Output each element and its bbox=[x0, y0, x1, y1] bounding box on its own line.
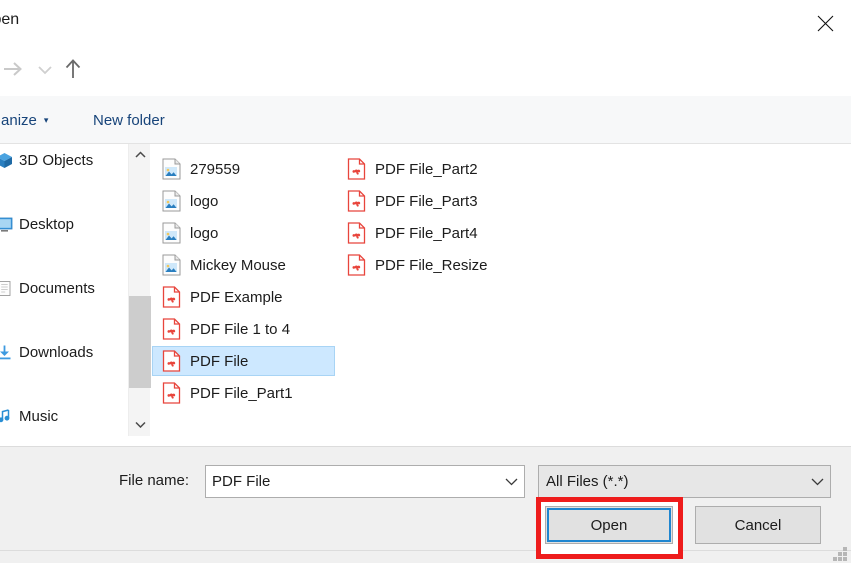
file-list-item-label: 279559 bbox=[190, 160, 241, 178]
pdf-file-icon bbox=[343, 190, 369, 212]
file-list-item-label: logo bbox=[190, 224, 219, 242]
image-file-icon bbox=[158, 158, 184, 180]
pdf-file-icon bbox=[158, 286, 184, 308]
file-list-item[interactable]: logo bbox=[152, 218, 228, 248]
file-type-filter[interactable]: All Files (*.*) bbox=[538, 465, 831, 498]
sidebar-item-3d-objects[interactable]: 3D Objects bbox=[0, 144, 128, 176]
pdf-file-icon bbox=[158, 318, 184, 340]
file-list-item[interactable]: PDF File_Resize bbox=[337, 250, 498, 280]
up-button[interactable] bbox=[58, 56, 88, 86]
music-icon bbox=[0, 408, 17, 425]
navigation-pane: 3D Objects Desktop Documents Downloads M… bbox=[0, 144, 128, 436]
sidebar-item-label: 3D Objects bbox=[19, 151, 94, 169]
image-file-icon bbox=[158, 190, 184, 212]
file-list-item-label: Mickey Mouse bbox=[190, 256, 286, 274]
forward-button[interactable] bbox=[0, 58, 30, 84]
footer-divider bbox=[0, 550, 851, 551]
chevron-down-icon: ▾ bbox=[43, 114, 49, 125]
sidebar-item-label: Documents bbox=[19, 279, 95, 297]
dialog-footer: File name: bbox=[0, 446, 851, 563]
file-list-item[interactable]: Mickey Mouse bbox=[152, 250, 296, 280]
navigation-bar: « JTP › PDF › Sample Files bbox=[0, 46, 851, 132]
file-list-item-label: PDF File bbox=[190, 352, 249, 370]
open-file-dialog: Open bbox=[0, 0, 851, 563]
dialog-body: 3D Objects Desktop Documents Downloads M… bbox=[0, 144, 851, 446]
organize-button[interactable]: Organize ▾ bbox=[0, 107, 48, 133]
chevron-down-icon bbox=[134, 420, 146, 431]
arrow-up-icon bbox=[64, 58, 82, 85]
file-list-item-label: PDF File_Resize bbox=[375, 256, 488, 274]
file-type-value: All Files (*.*) bbox=[546, 473, 629, 490]
image-file-icon bbox=[158, 222, 184, 244]
file-list-item-label: PDF File_Part3 bbox=[375, 192, 478, 210]
scroll-down-button[interactable] bbox=[129, 414, 151, 436]
scrollbar-thumb[interactable] bbox=[129, 296, 151, 388]
file-list-item-label: PDF Example bbox=[190, 288, 283, 306]
file-name-field[interactable] bbox=[205, 465, 525, 498]
file-name-label: File name: bbox=[119, 472, 190, 489]
file-list-item[interactable]: 279559 bbox=[152, 154, 250, 184]
pdf-file-icon bbox=[343, 254, 369, 276]
sidebar-item-desktop[interactable]: Desktop bbox=[0, 208, 128, 240]
image-file-icon bbox=[158, 254, 184, 276]
file-list[interactable]: 279559 logo logo Mickey Mouse PDF Exampl… bbox=[152, 144, 851, 436]
arrow-right-icon bbox=[1, 60, 25, 83]
pdf-file-icon bbox=[343, 222, 369, 244]
file-list-item[interactable]: PDF File bbox=[152, 346, 335, 376]
sidebar-item-music[interactable]: Music bbox=[0, 400, 128, 432]
chevron-down-icon bbox=[505, 473, 518, 491]
command-bar: Organize ▾ New folder bbox=[0, 96, 851, 226]
title-bar: Open bbox=[0, 0, 851, 46]
sidebar-item-label: Desktop bbox=[19, 215, 75, 233]
file-list-item[interactable]: PDF Example bbox=[152, 282, 293, 312]
sidebar-item-downloads[interactable]: Downloads bbox=[0, 336, 128, 368]
close-button[interactable] bbox=[799, 0, 851, 46]
chevron-down-icon bbox=[38, 62, 52, 80]
pdf-file-icon bbox=[343, 158, 369, 180]
file-list-item[interactable]: PDF File_Part4 bbox=[337, 218, 488, 248]
new-folder-label: New folder bbox=[93, 111, 165, 129]
file-name-dropdown-button[interactable] bbox=[498, 466, 524, 497]
file-list-item-label: PDF File_Part1 bbox=[190, 384, 293, 402]
scroll-up-button[interactable] bbox=[129, 144, 151, 166]
organize-label: Organize bbox=[0, 111, 37, 129]
pdf-file-icon bbox=[158, 350, 184, 372]
chevron-up-icon bbox=[134, 150, 146, 161]
navigation-pane-scrollbar[interactable] bbox=[128, 144, 151, 436]
file-list-item[interactable]: PDF File_Part3 bbox=[337, 186, 488, 216]
file-type-dropdown-button[interactable] bbox=[804, 466, 830, 497]
close-icon bbox=[817, 15, 834, 32]
file-list-item[interactable]: logo bbox=[152, 186, 228, 216]
cancel-button[interactable]: Cancel bbox=[695, 506, 821, 544]
file-list-item-label: logo bbox=[190, 192, 219, 210]
sidebar-item-label: Downloads bbox=[19, 343, 94, 361]
open-button[interactable]: Open bbox=[545, 506, 673, 544]
downloads-icon bbox=[0, 344, 17, 361]
desktop-icon bbox=[0, 216, 17, 233]
sidebar-item-documents[interactable]: Documents bbox=[0, 272, 128, 304]
3d-objects-icon bbox=[0, 152, 17, 169]
documents-icon bbox=[0, 280, 17, 297]
sidebar-item-label: Music bbox=[19, 407, 59, 425]
new-folder-button[interactable]: New folder bbox=[93, 107, 165, 133]
file-list-item-label: PDF File_Part2 bbox=[375, 160, 478, 178]
page-title: Open bbox=[0, 11, 20, 28]
file-list-item[interactable]: PDF File 1 to 4 bbox=[152, 314, 300, 344]
file-list-item[interactable]: PDF File_Part1 bbox=[152, 378, 303, 408]
chevron-down-icon bbox=[811, 473, 824, 491]
recent-locations-button[interactable] bbox=[32, 58, 58, 84]
file-list-item[interactable]: PDF File_Part2 bbox=[337, 154, 488, 184]
file-list-item-label: PDF File_Part4 bbox=[375, 224, 478, 242]
resize-grip[interactable] bbox=[832, 547, 848, 561]
pdf-file-icon bbox=[158, 382, 184, 404]
file-list-item-label: PDF File 1 to 4 bbox=[190, 320, 291, 338]
file-name-input[interactable] bbox=[206, 466, 498, 497]
